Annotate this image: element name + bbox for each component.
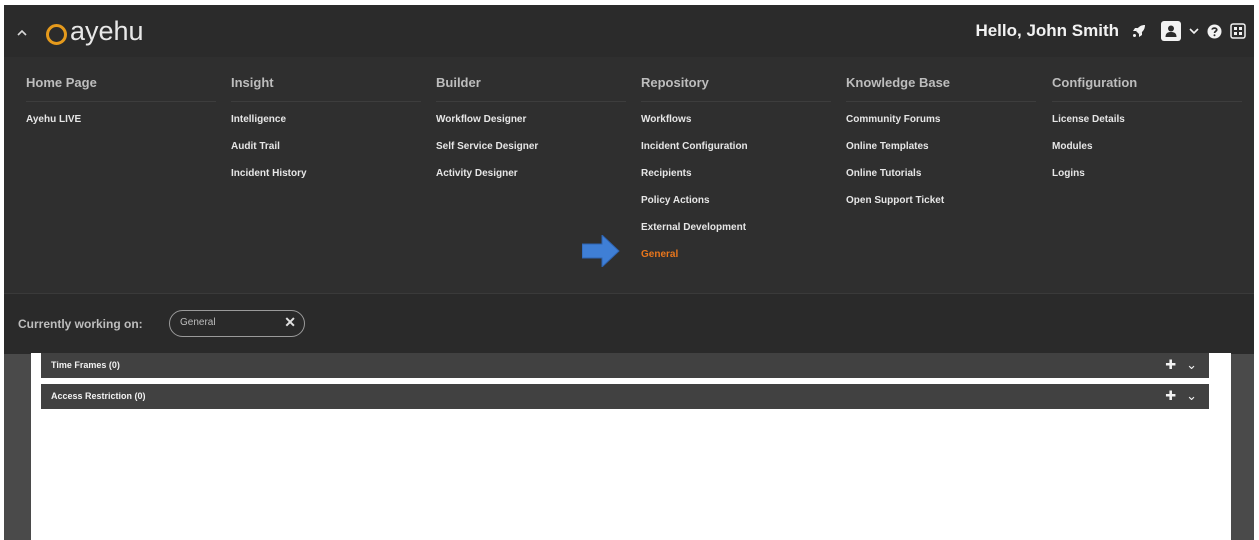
panel-actions: ✚ ⌄ <box>1165 357 1197 373</box>
menu-item-logins[interactable]: Logins <box>1052 168 1085 179</box>
panel-access-restriction[interactable]: Access Restriction (0) ✚ ⌄ <box>41 384 1209 409</box>
logo-text: ayehu <box>70 15 144 46</box>
menu-item-self-service-designer[interactable]: Self Service Designer <box>436 141 538 152</box>
close-icon[interactable]: ✕ <box>284 314 296 331</box>
logo-ring-icon <box>46 23 67 45</box>
greeting-text: Hello, John Smith <box>975 21 1119 40</box>
working-on-bar: Currently working on: General ✕ <box>4 293 1254 354</box>
menu-item-policy-actions[interactable]: Policy Actions <box>641 195 710 206</box>
menu-heading-insight[interactable]: Insight <box>231 75 421 102</box>
content-area: Time Frames (0) ✚ ⌄ Access Restriction (… <box>31 353 1231 540</box>
menu-heading-repository[interactable]: Repository <box>641 75 831 102</box>
menu-heading-configuration[interactable]: Configuration <box>1052 75 1242 102</box>
working-on-chip[interactable]: General ✕ <box>169 310 305 337</box>
user-icon[interactable] <box>1161 21 1181 41</box>
mega-menu: Home Page Ayehu LIVE Insight Intelligenc… <box>4 57 1254 293</box>
menu-item-license-details[interactable]: License Details <box>1052 114 1125 125</box>
menu-item-general[interactable]: General <box>641 249 678 260</box>
chevron-down-icon[interactable]: ⌄ <box>1186 357 1197 373</box>
menu-item-online-tutorials[interactable]: Online Tutorials <box>846 168 921 179</box>
panel-time-frames[interactable]: Time Frames (0) ✚ ⌄ <box>41 353 1209 378</box>
chevron-down-icon[interactable]: ⌄ <box>1186 388 1197 404</box>
menu-item-online-templates[interactable]: Online Templates <box>846 141 929 152</box>
menu-item-workflows[interactable]: Workflows <box>641 114 691 125</box>
top-bar: ayehu Hello, John Smith <box>4 5 1254 57</box>
menu-item-workflow-designer[interactable]: Workflow Designer <box>436 114 526 125</box>
menu-item-modules[interactable]: Modules <box>1052 141 1093 152</box>
plus-icon[interactable]: ✚ <box>1165 388 1176 404</box>
menu-heading-knowledge-base[interactable]: Knowledge Base <box>846 75 1036 102</box>
panel-actions: ✚ ⌄ <box>1165 388 1197 404</box>
menu-item-ayehu-live[interactable]: Ayehu LIVE <box>26 114 81 125</box>
menu-item-community-forums[interactable]: Community Forums <box>846 114 940 125</box>
panel-title: Time Frames (0) <box>51 360 120 370</box>
chevron-up-icon[interactable] <box>12 19 32 43</box>
working-on-label: Currently working on: <box>18 317 143 331</box>
menu-item-external-development[interactable]: External Development <box>641 222 746 233</box>
user-area: Hello, John Smith <box>975 15 1246 47</box>
menu-item-incident-configuration[interactable]: Incident Configuration <box>641 141 748 152</box>
ayehu-logo[interactable]: ayehu <box>46 14 144 48</box>
plus-icon[interactable]: ✚ <box>1165 357 1176 373</box>
menu-item-recipients[interactable]: Recipients <box>641 168 692 179</box>
annotation-arrow-icon <box>582 235 620 267</box>
working-on-chip-text: General <box>180 317 216 328</box>
panel-title: Access Restriction (0) <box>51 391 146 401</box>
menu-heading-home[interactable]: Home Page <box>26 75 216 102</box>
chevron-down-icon[interactable] <box>1189 27 1199 35</box>
menu-item-open-support-ticket[interactable]: Open Support Ticket <box>846 195 944 206</box>
rocket-icon[interactable] <box>1131 23 1147 39</box>
menu-item-audit-trail[interactable]: Audit Trail <box>231 141 280 152</box>
app-frame: ayehu Hello, John Smith Home Page Ayehu … <box>4 5 1254 540</box>
menu-item-incident-history[interactable]: Incident History <box>231 168 307 179</box>
layout-icon[interactable] <box>1230 23 1246 39</box>
menu-item-intelligence[interactable]: Intelligence <box>231 114 286 125</box>
menu-item-activity-designer[interactable]: Activity Designer <box>436 168 518 179</box>
help-icon[interactable] <box>1207 24 1222 39</box>
menu-heading-builder[interactable]: Builder <box>436 75 626 102</box>
